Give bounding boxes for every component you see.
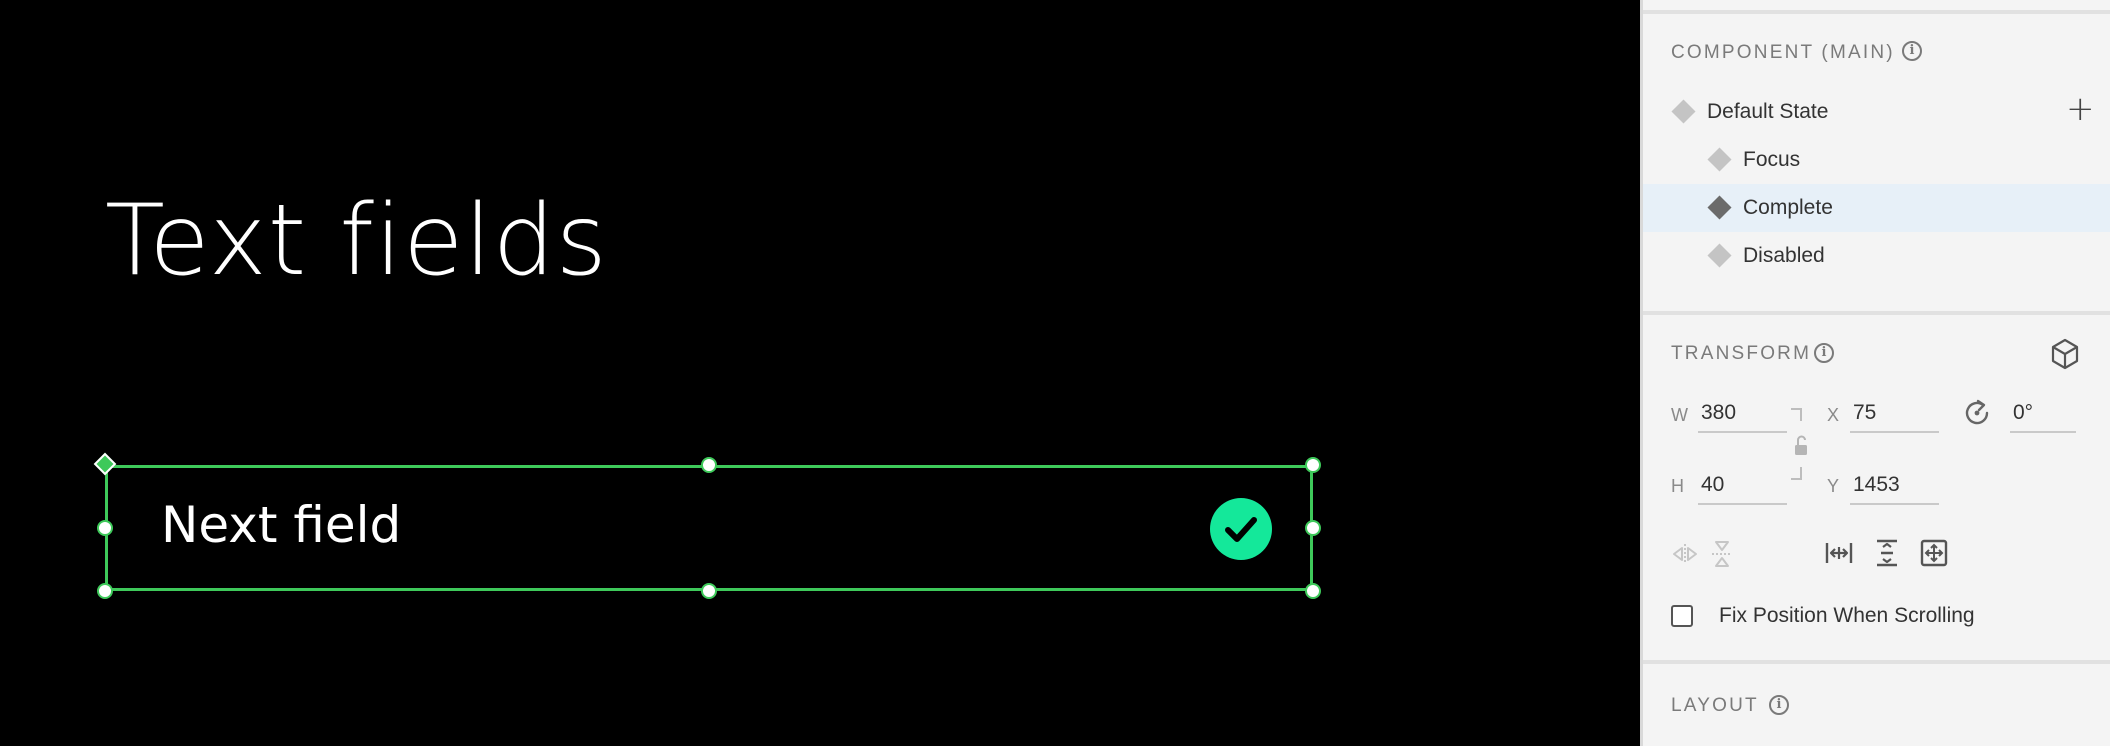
resize-handle-bottom-left[interactable]: [97, 583, 113, 599]
state-item-default[interactable]: Default State: [1643, 88, 2110, 136]
fix-position-label: Fix Position When Scrolling: [1719, 604, 1975, 627]
component-section-title: COMPONENT (MAIN): [1671, 42, 1895, 63]
flip-horizontal-icon[interactable]: [1670, 539, 1700, 569]
design-canvas[interactable]: Text fields Next field: [0, 0, 1640, 746]
info-icon[interactable]: i: [1814, 343, 1834, 363]
transform-section-title: TRANSFORM: [1671, 343, 1812, 364]
resize-handle-top[interactable]: [701, 457, 717, 473]
state-diamond-icon: [1707, 195, 1732, 220]
artboard-title: Text fields: [105, 184, 608, 298]
state-diamond-icon: [1707, 243, 1732, 268]
info-icon[interactable]: i: [1769, 695, 1789, 715]
fit-to-content-icon[interactable]: [1919, 538, 1949, 568]
width-label: W: [1671, 405, 1688, 425]
state-diamond-icon: [1671, 99, 1696, 124]
resize-handle-right[interactable]: [1305, 520, 1321, 536]
y-label: Y: [1827, 476, 1840, 496]
text-field-value: Next field: [161, 496, 402, 554]
section-divider: [1643, 10, 2110, 14]
distribute-vertical-icon[interactable]: [1872, 538, 1902, 568]
section-divider: [1643, 660, 2110, 664]
checkmark-icon: [1210, 498, 1272, 560]
rotation-input[interactable]: 0°: [2010, 397, 2076, 433]
width-input[interactable]: 380: [1698, 397, 1787, 433]
state-label: Focus: [1743, 148, 1801, 171]
state-label: Default State: [1707, 100, 1829, 123]
3d-transform-icon[interactable]: [2050, 338, 2080, 370]
y-input[interactable]: 1453: [1850, 469, 1939, 505]
x-label: X: [1827, 405, 1840, 425]
x-input[interactable]: 75: [1850, 397, 1939, 433]
distribute-horizontal-icon[interactable]: [1824, 538, 1854, 568]
state-item-disabled[interactable]: Disabled: [1643, 232, 2110, 280]
height-input[interactable]: 40: [1698, 469, 1787, 505]
property-inspector: COMPONENT (MAIN) i Default State + Focus…: [1640, 0, 2110, 746]
resize-handle-top-right[interactable]: [1305, 457, 1321, 473]
section-divider: [1643, 311, 2110, 315]
text-field-component[interactable]: Next field: [105, 465, 1313, 591]
state-diamond-icon: [1707, 147, 1732, 172]
add-state-button[interactable]: +: [2066, 92, 2095, 126]
state-label: Complete: [1743, 196, 1833, 219]
flip-vertical-icon[interactable]: [1707, 539, 1737, 569]
state-item-complete[interactable]: Complete: [1643, 184, 2110, 232]
info-icon[interactable]: i: [1902, 41, 1922, 61]
rotate-icon: [1965, 399, 1989, 425]
height-label: H: [1671, 476, 1684, 496]
resize-handle-bottom[interactable]: [701, 583, 717, 599]
resize-handle-bottom-right[interactable]: [1305, 583, 1321, 599]
state-label: Disabled: [1743, 244, 1825, 267]
layout-section-title: LAYOUT: [1671, 695, 1759, 716]
lock-aspect-icon[interactable]: [1789, 407, 1815, 483]
fix-position-checkbox[interactable]: [1671, 605, 1693, 627]
state-item-focus[interactable]: Focus: [1643, 136, 2110, 184]
resize-handle-left[interactable]: [97, 520, 113, 536]
